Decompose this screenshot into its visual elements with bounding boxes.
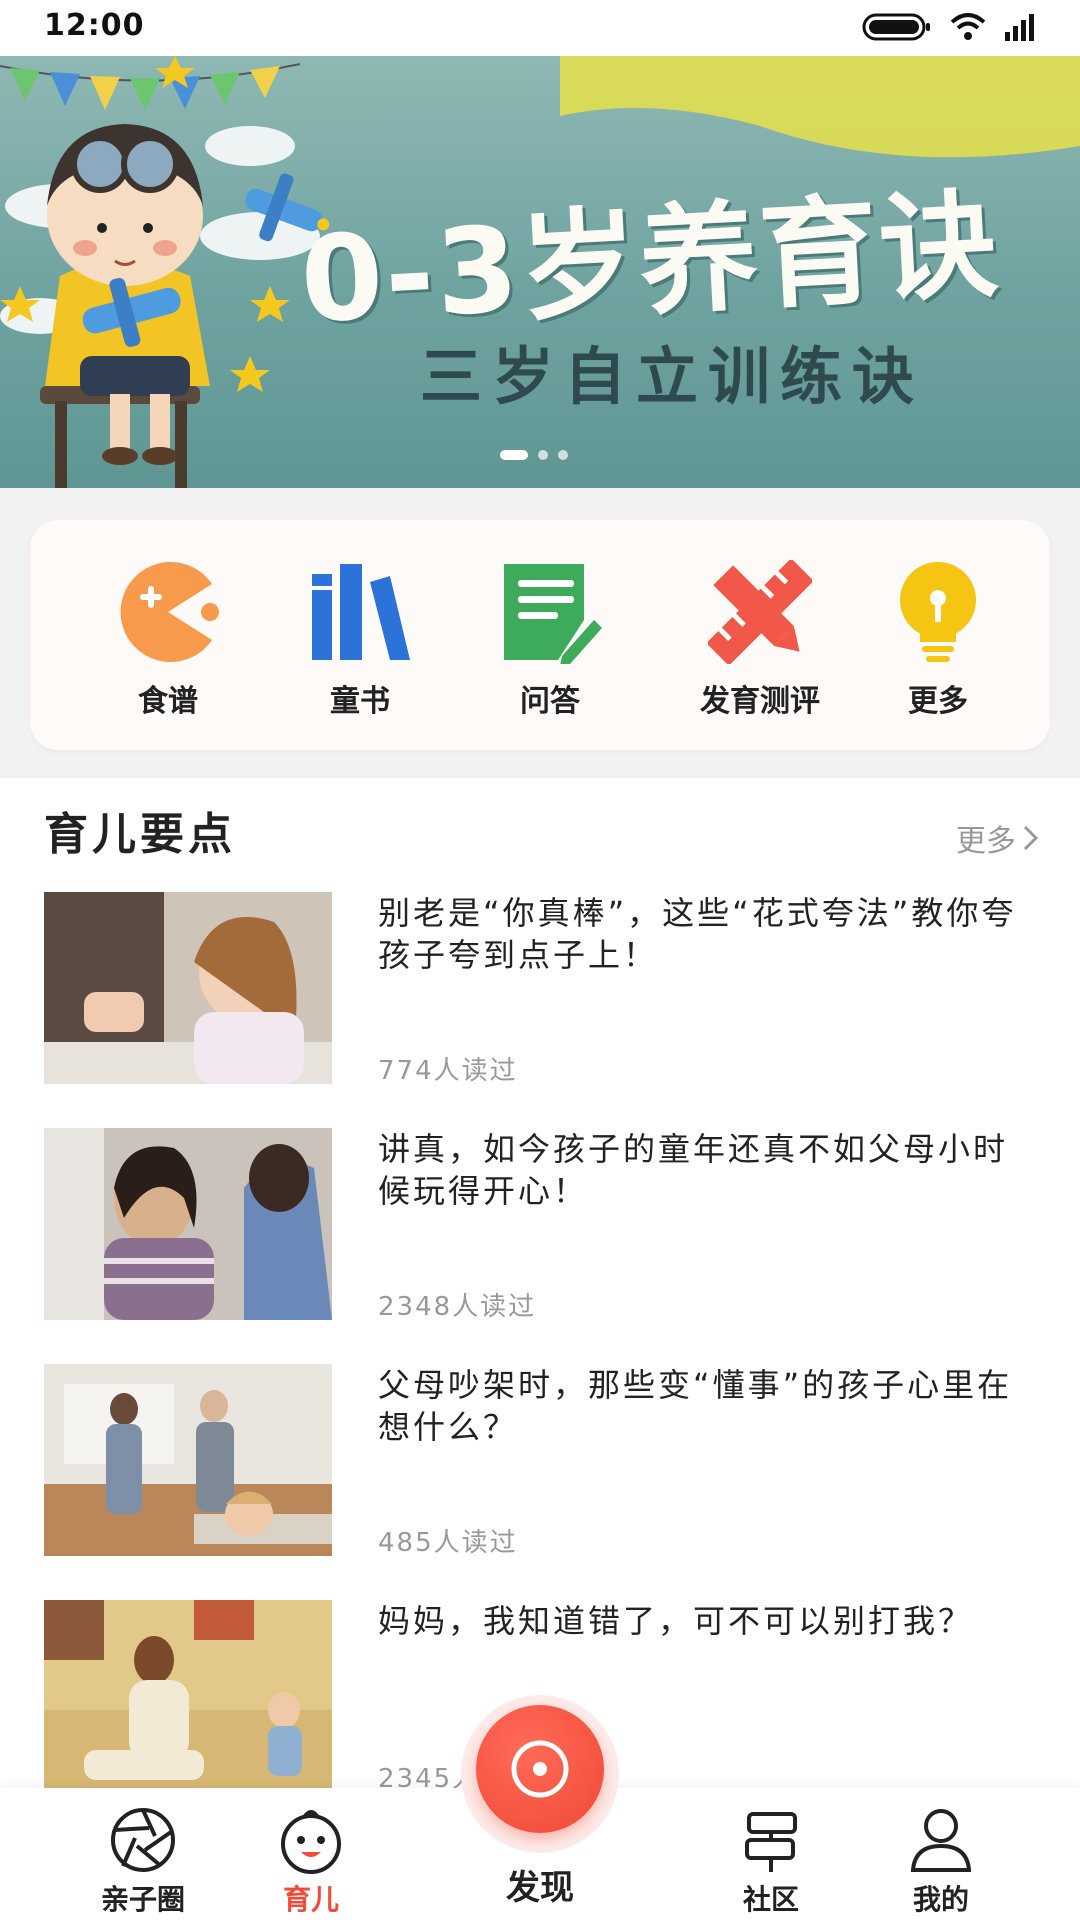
- article-read-count: 774人读过: [378, 1056, 518, 1086]
- shortcut-label: 发育测评: [700, 684, 820, 719]
- article-title: 父母吵架时，那些变“懂事”的孩子心里在想什么？: [378, 1366, 1013, 1446]
- shortcut-label: 食谱: [138, 684, 198, 719]
- discover-icon: [511, 1740, 569, 1798]
- tab-parenting[interactable]: 育儿: [236, 1806, 386, 1918]
- article-item[interactable]: 讲真，如今孩子的童年还真不如父母小时候玩得开心！ 2348人读过: [44, 1128, 1040, 1324]
- signpost-icon: [745, 1812, 797, 1872]
- tab-label: 育儿: [282, 1883, 339, 1916]
- article-title: 讲真，如今孩子的童年还真不如父母小时候玩得开心！: [378, 1130, 1009, 1210]
- article-thumbnail: [44, 1364, 332, 1556]
- shortcut-books[interactable]: 童书: [280, 560, 440, 720]
- baby-face-icon: [281, 1810, 341, 1874]
- tab-parent-circle[interactable]: 亲子圈: [68, 1806, 218, 1918]
- article-item[interactable]: 父母吵架时，那些变“懂事”的孩子心里在想什么？ 485人读过: [44, 1364, 1040, 1560]
- section-more-link[interactable]: 更多: [956, 816, 1040, 860]
- banner-subtitle: 三岁自立训练诀: [420, 340, 925, 413]
- article-thumbnail: [44, 1600, 332, 1792]
- more-label: 更多: [956, 824, 1016, 859]
- article-title: 妈妈，我知道错了，可不可以别打我？: [378, 1602, 974, 1640]
- shortcut-area: 食谱 童书 问答 发育测评 更多: [0, 488, 1080, 778]
- note-pen-icon: [504, 564, 602, 664]
- shortcut-development[interactable]: 发育测评: [670, 560, 850, 720]
- shortcut-more[interactable]: 更多: [858, 560, 1018, 720]
- tab-mine[interactable]: 我的: [866, 1806, 1016, 1918]
- article-read-count: 2348人读过: [378, 1292, 537, 1322]
- status-time: 12:00: [44, 8, 145, 43]
- tab-label: 亲子圈: [100, 1883, 185, 1916]
- article-thumbnail: [44, 1128, 332, 1320]
- tab-discover-label: 发现: [506, 1868, 574, 1908]
- ruler-pencil-icon: [708, 560, 812, 664]
- person-icon: [910, 1809, 972, 1872]
- shortcut-label: 问答: [520, 684, 580, 719]
- shortcut-recipe[interactable]: 食谱: [88, 560, 248, 720]
- article-read-count: 485人读过: [378, 1528, 518, 1558]
- battery-icon: [862, 13, 930, 41]
- section-header: 育儿要点 更多: [44, 798, 1040, 860]
- lightbulb-icon: [900, 562, 976, 662]
- signal-icon: [1005, 14, 1034, 41]
- shortcut-card: 食谱 童书 问答 发育测评 更多: [30, 520, 1050, 750]
- banner-carousel[interactable]: 0-3岁养育诀 三岁自立训练诀: [0, 56, 1080, 488]
- article-title: 别老是“你真棒”，这些“花式夸法”教你夸孩子夸到点子上！: [378, 894, 1017, 974]
- discover-button[interactable]: [476, 1705, 604, 1833]
- chevron-right-icon: [1023, 825, 1039, 851]
- tab-label: 我的: [912, 1883, 969, 1916]
- shortcut-qa[interactable]: 问答: [470, 560, 630, 720]
- carousel-indicator: [500, 450, 568, 460]
- shortcut-label: 童书: [330, 684, 390, 719]
- banner-title: 0-3岁养育诀: [297, 174, 1003, 350]
- pacman-icon: [120, 562, 219, 662]
- carousel-dot: [558, 450, 568, 460]
- tab-label: 社区: [742, 1883, 799, 1916]
- tab-community[interactable]: 社区: [696, 1806, 846, 1918]
- aperture-icon: [111, 1808, 175, 1872]
- article-thumbnail: [44, 892, 332, 1084]
- section-title: 育儿要点: [44, 809, 236, 860]
- status-bar: 12:00: [0, 0, 1080, 56]
- carousel-dot: [538, 450, 548, 460]
- shortcut-label: 更多: [908, 684, 968, 719]
- carousel-dot-active: [500, 450, 528, 460]
- status-icons: [862, 12, 1036, 42]
- wifi-icon: [950, 13, 986, 40]
- article-item[interactable]: 别老是“你真棒”，这些“花式夸法”教你夸孩子夸到点子上！ 774人读过: [44, 892, 1040, 1088]
- books-icon: [312, 564, 410, 660]
